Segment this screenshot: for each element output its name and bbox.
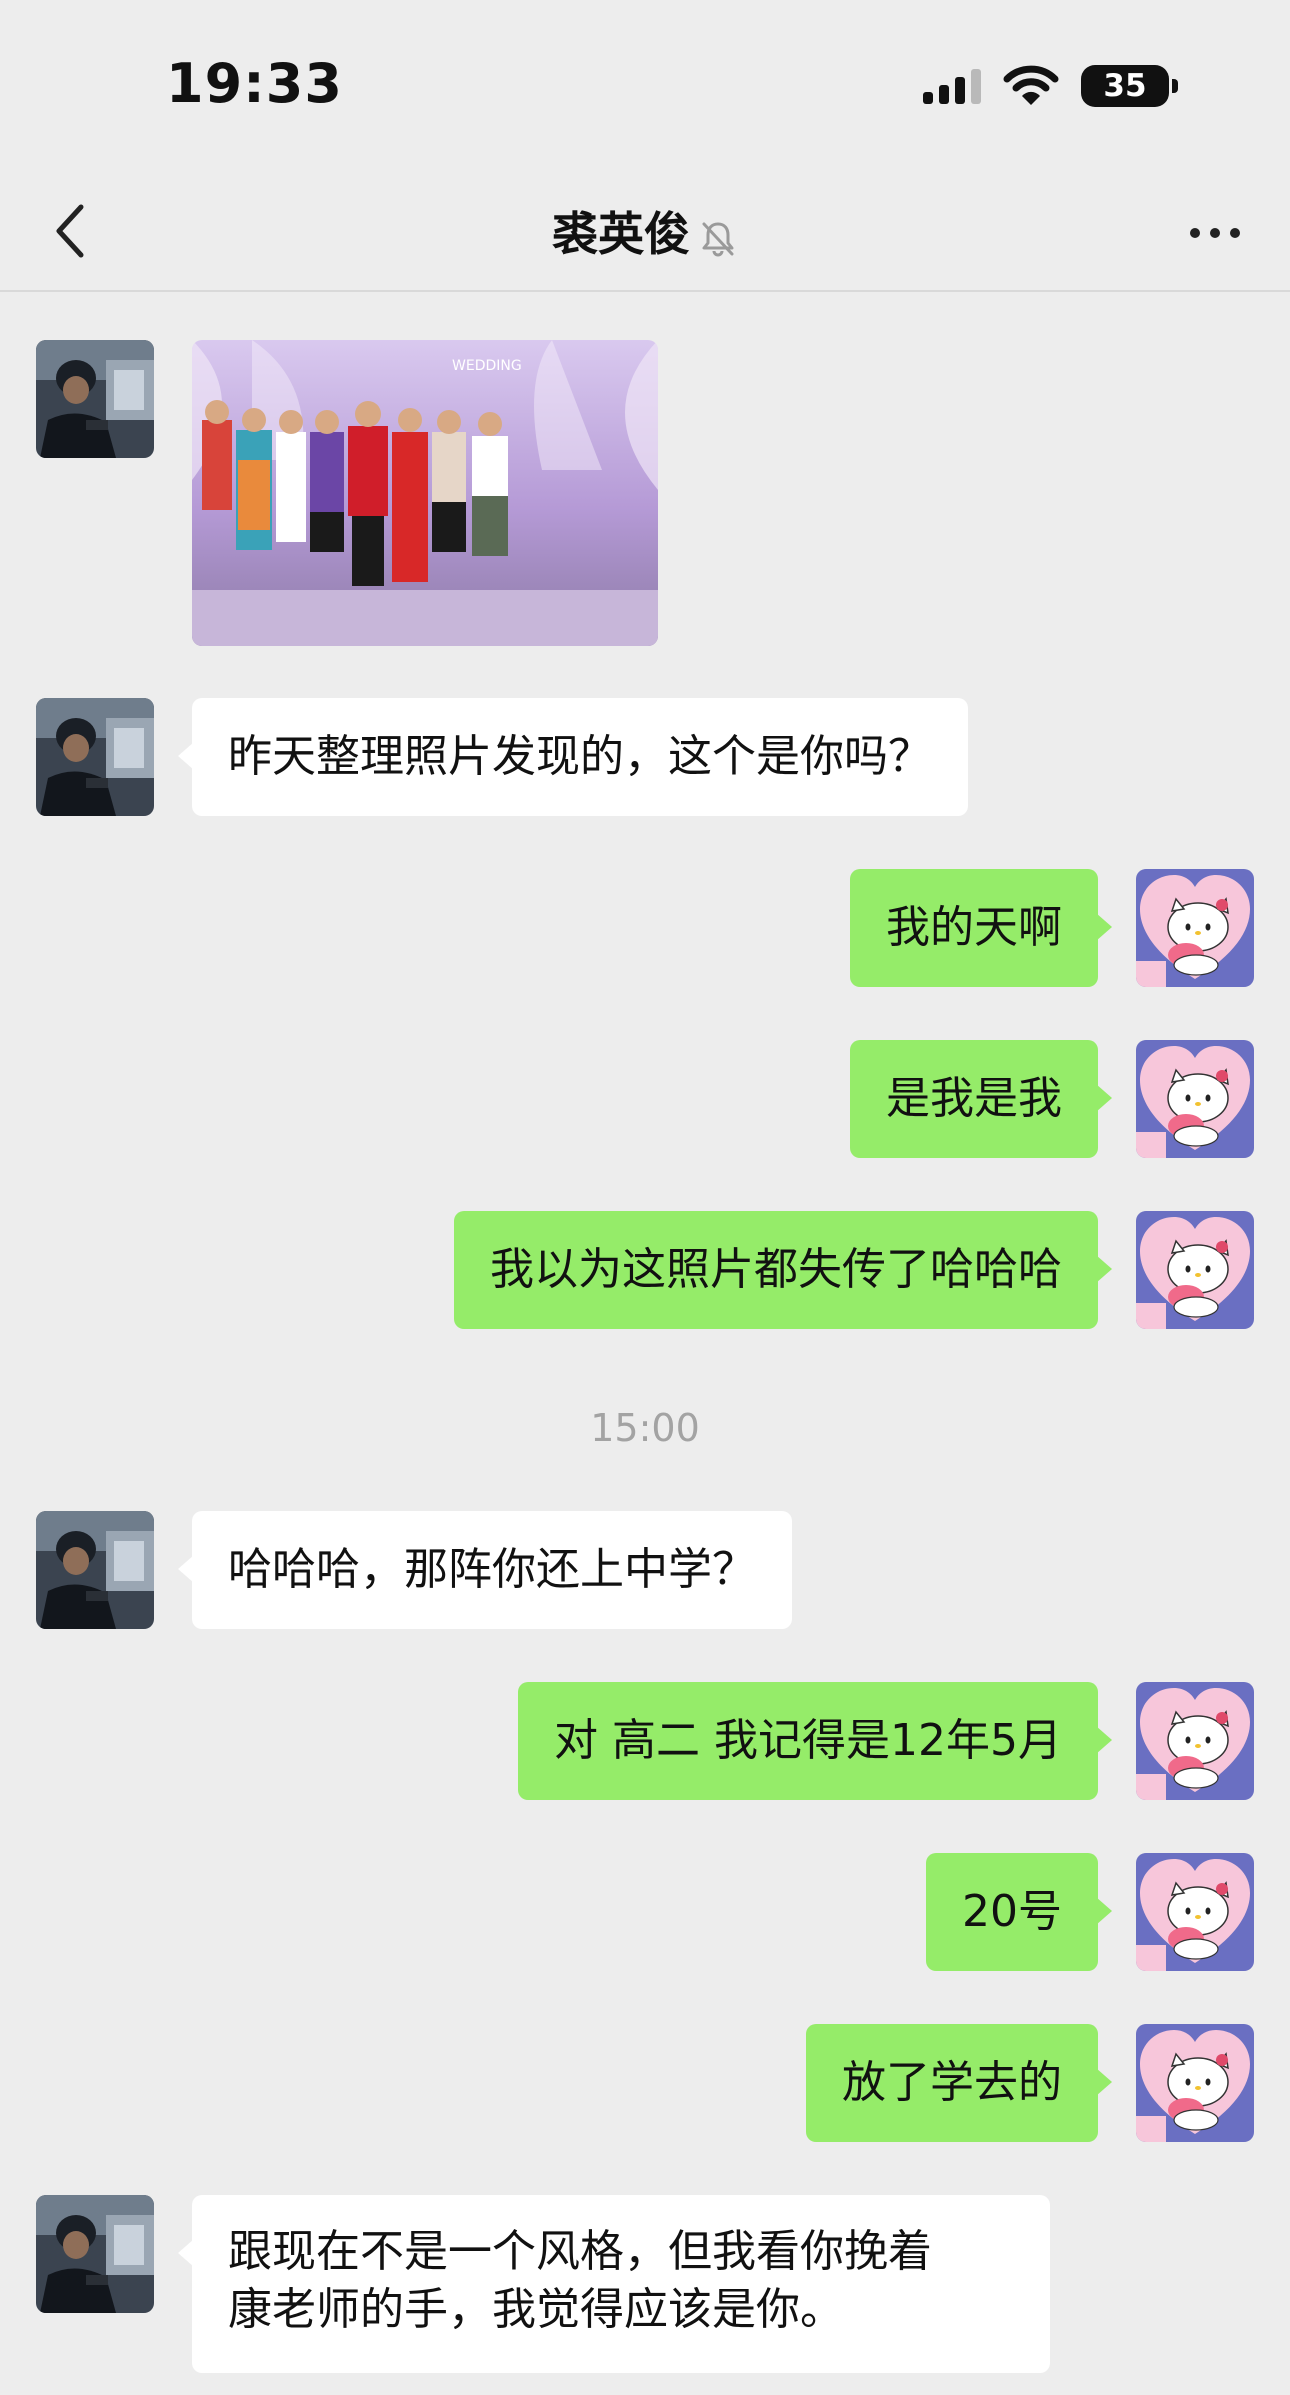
outgoing-message-bubble[interactable]: 我以为这照片都失传了哈哈哈 (454, 1211, 1112, 1329)
contact-avatar[interactable] (36, 340, 154, 458)
my-avatar[interactable] (1136, 2024, 1254, 2142)
chat-title-area: 裘英俊 (0, 198, 1290, 264)
svg-text:WEDDING: WEDDING (452, 358, 522, 374)
status-icons: 35 (923, 60, 1178, 112)
incoming-message-bubble[interactable]: 哈哈哈，那阵你还上中学？ (178, 1511, 792, 1629)
muted-bell-icon (702, 222, 734, 256)
incoming-message-bubble[interactable]: 昨天整理照片发现的，这个是你吗？ (178, 698, 968, 816)
my-avatar[interactable] (1136, 1211, 1254, 1329)
outgoing-message-bubble[interactable]: 我的天啊 (850, 869, 1112, 987)
more-dots-icon (1190, 228, 1200, 238)
wifi-icon (1003, 65, 1059, 105)
status-bar: 19:33 35 (0, 0, 1290, 170)
more-options-button[interactable] (1180, 210, 1250, 256)
message-timestamp: 15:00 (590, 1406, 700, 1450)
nav-bar: 裘英俊 (0, 170, 1290, 292)
message-line: 跟现在不是一个风格，但我看你挽着 (228, 2226, 932, 2277)
outgoing-message-bubble[interactable]: 20号 (926, 1853, 1112, 1971)
outgoing-message-bubble[interactable]: 对 高二 我记得是12年5月 (518, 1682, 1112, 1800)
status-time: 19:33 (166, 52, 343, 115)
my-avatar[interactable] (1136, 869, 1254, 987)
photo-thumbnail[interactable]: WEDDING (192, 340, 658, 646)
outgoing-message-bubble[interactable]: 放了学去的 (806, 2024, 1112, 2142)
contact-avatar[interactable] (36, 698, 154, 816)
outgoing-message-bubble[interactable]: 是我是我 (850, 1040, 1112, 1158)
contact-avatar[interactable] (36, 1511, 154, 1629)
battery-icon: 35 (1081, 65, 1178, 107)
cellular-signal-icon (923, 68, 981, 104)
hello-kitty-avatar-image (1136, 869, 1254, 987)
contact-avatar[interactable] (36, 2195, 154, 2313)
my-avatar[interactable] (1136, 1040, 1254, 1158)
incoming-message-bubble[interactable]: 跟现在不是一个风格，但我看你挽着 康老师的手，我觉得应该是你。 (178, 2195, 1050, 2373)
battery-level: 35 (1081, 65, 1169, 107)
my-avatar[interactable] (1136, 1853, 1254, 1971)
chat-title: 裘英俊 (552, 207, 690, 261)
my-avatar[interactable] (1136, 1682, 1254, 1800)
message-line: 康老师的手，我觉得应该是你。 (228, 2284, 844, 2335)
